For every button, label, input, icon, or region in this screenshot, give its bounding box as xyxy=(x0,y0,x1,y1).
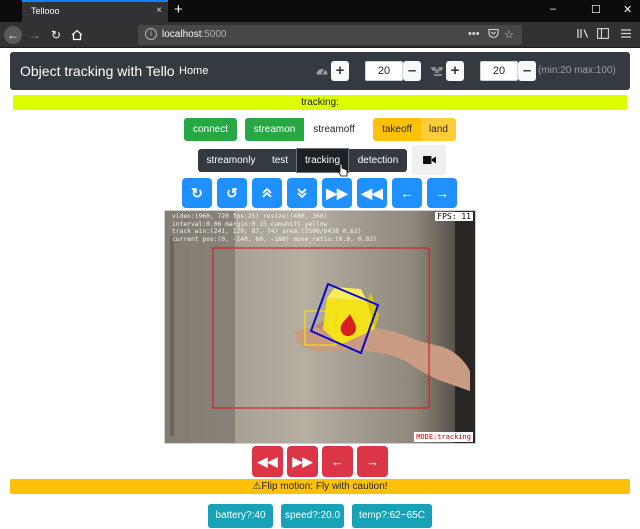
warning-text: Flip motion: Fly with caution! xyxy=(261,481,388,492)
down-button[interactable] xyxy=(287,178,317,208)
osd-line: current pos:(0, -140, 60, -180) move_rat… xyxy=(172,235,377,243)
range-note: (min:20 max:100) xyxy=(538,65,616,76)
rotate-counterclockwise-icon: ↺ xyxy=(226,185,238,201)
mouse-cursor-icon xyxy=(337,163,348,177)
video-camera-icon xyxy=(423,156,436,164)
arrow-right-icon: → xyxy=(29,28,41,42)
mode-detection-button[interactable]: detection xyxy=(349,149,407,172)
library-icon[interactable] xyxy=(577,28,589,42)
double-chevron-down-icon xyxy=(297,188,307,199)
browser-tab[interactable]: Tellooo × xyxy=(22,0,168,22)
url-port: :5000 xyxy=(201,29,227,40)
maximize-button[interactable]: ☐ xyxy=(591,3,601,16)
speed-minus-button[interactable]: – xyxy=(403,61,421,81)
minimize-button[interactable]: – xyxy=(550,3,556,15)
arrow-right-icon: → xyxy=(435,185,449,201)
url-host: localhost xyxy=(162,29,202,40)
mode-test-button[interactable]: test xyxy=(264,149,296,172)
temp-button[interactable]: temp?:62~65C xyxy=(352,504,432,528)
new-tab-button[interactable]: + xyxy=(174,1,183,18)
arrow-left-icon: ← xyxy=(7,28,19,42)
url-bar[interactable]: i localhost:5000 ••• ☆ xyxy=(138,25,522,45)
brand-title[interactable]: Object tracking with Tello xyxy=(20,63,175,79)
sidebar-icon[interactable] xyxy=(597,28,609,42)
forward-button[interactable]: ▶▶ xyxy=(322,178,352,208)
tab-title: Tellooo xyxy=(31,6,60,16)
home-button[interactable] xyxy=(68,26,86,44)
arrow-right-icon: → xyxy=(366,454,379,469)
rotate-clockwise-icon: ↻ xyxy=(191,185,203,201)
tracking-status-bar: tracking: xyxy=(13,95,627,110)
fps-label: FPS: 11 xyxy=(435,212,473,221)
back-button[interactable]: ← xyxy=(4,26,22,44)
distance-minus-button[interactable]: – xyxy=(518,61,536,81)
camera-toggle-button[interactable] xyxy=(412,145,446,175)
home-link[interactable]: Home xyxy=(179,65,208,77)
flip-back-button[interactable]: ◀◀ xyxy=(252,446,283,477)
tab-close-icon[interactable]: × xyxy=(156,5,162,16)
app-navbar: Object tracking with Tello Home + 20 – +… xyxy=(10,52,630,90)
home-icon xyxy=(71,29,83,41)
reload-icon: ↻ xyxy=(50,28,62,42)
right-button[interactable]: → xyxy=(427,178,457,208)
close-window-button[interactable]: ✕ xyxy=(623,3,632,16)
mode-streamonly-button[interactable]: streamonly xyxy=(198,149,264,172)
flip-right-button[interactable]: → xyxy=(357,446,388,477)
speed-input[interactable]: 20 xyxy=(365,61,403,81)
osd-line: video:(960, 720 fps:25) resize:(480, 360… xyxy=(172,213,328,220)
flip-left-button[interactable]: ← xyxy=(322,446,353,477)
browser-toolbar: ← → ↻ i localhost:5000 ••• ☆ xyxy=(0,22,640,48)
speedometer-icon xyxy=(316,69,328,75)
distance-input[interactable]: 20 xyxy=(480,61,518,81)
fast-forward-icon: ▶▶ xyxy=(326,185,348,201)
flip-forward-button[interactable]: ▶▶ xyxy=(287,446,318,477)
mode-label: MODE:tracking xyxy=(414,432,473,442)
arrow-left-icon: ← xyxy=(400,185,414,201)
land-button[interactable]: land xyxy=(421,118,456,141)
speed-query-button[interactable]: speed?:20.0 xyxy=(281,504,344,528)
browser-tab-strip: Tellooo × + – ☐ ✕ xyxy=(0,0,640,22)
arrow-left-icon: ← xyxy=(331,454,344,469)
info-icon[interactable]: i xyxy=(145,28,157,40)
video-frame xyxy=(165,211,475,443)
video-stream: video:(960, 720 fps:25) resize:(480, 360… xyxy=(164,210,476,444)
battery-button[interactable]: battery?:40 xyxy=(208,504,273,528)
speed-plus-button[interactable]: + xyxy=(331,61,349,81)
drone-distance-icon xyxy=(431,67,443,76)
takeoff-button[interactable]: takeoff xyxy=(373,118,421,141)
back-move-button[interactable]: ◀◀ xyxy=(357,178,387,208)
rotate-counterclockwise-button[interactable]: ↺ xyxy=(217,178,247,208)
streamon-button[interactable]: streamon xyxy=(245,118,304,141)
up-button[interactable] xyxy=(252,178,282,208)
menu-icon[interactable] xyxy=(620,28,632,42)
bookmark-star-icon[interactable]: ☆ xyxy=(504,28,514,41)
rewind-icon: ◀◀ xyxy=(361,185,383,201)
osd-line: interval:0.06 margin:0.15 camshift yello… xyxy=(172,220,328,228)
connect-button[interactable]: connect xyxy=(184,118,237,141)
pocket-icon[interactable] xyxy=(488,28,499,42)
streamoff-button[interactable]: streamoff xyxy=(304,118,364,141)
osd-overlay: video:(960, 720 fps:25) resize:(480, 360… xyxy=(172,213,377,243)
rotate-clockwise-button[interactable]: ↻ xyxy=(182,178,212,208)
fast-forward-icon: ▶▶ xyxy=(292,454,313,469)
flip-warning-bar: ⚠Flip motion: Fly with caution! xyxy=(10,479,630,494)
reload-button[interactable]: ↻ xyxy=(47,26,65,44)
page-actions-icon[interactable]: ••• xyxy=(468,28,480,40)
url-text: localhost:5000 xyxy=(162,29,227,40)
osd-line: track win:(241, 129, 87, 74) area:(2500/… xyxy=(172,228,362,236)
double-chevron-up-icon xyxy=(262,187,272,198)
distance-plus-button[interactable]: + xyxy=(446,61,464,81)
forward-button[interactable]: → xyxy=(26,26,44,44)
left-button[interactable]: ← xyxy=(392,178,422,208)
rewind-icon: ◀◀ xyxy=(257,454,278,469)
